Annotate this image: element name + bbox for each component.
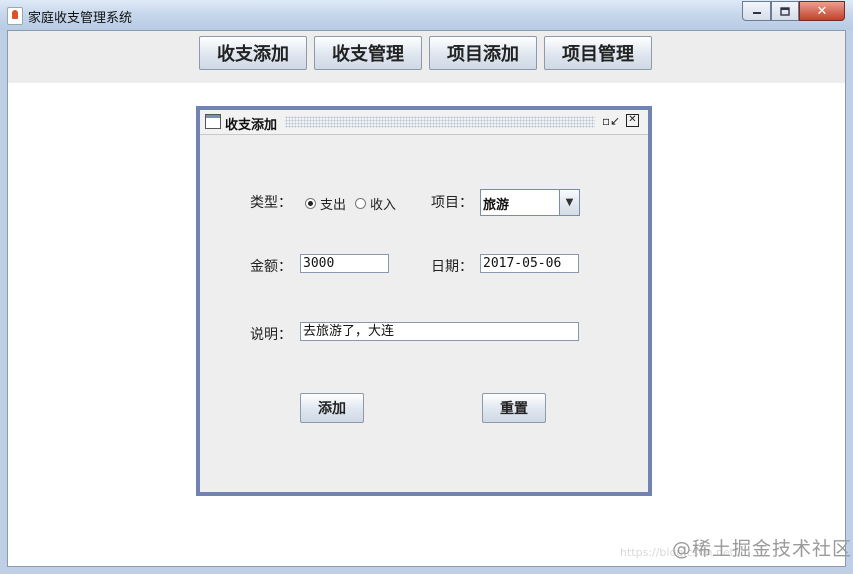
nav-toolbar: 收支添加 收支管理 项目添加 项目管理 [8,31,845,83]
close-icon: ✕ [816,3,828,19]
window-border-left [0,30,7,574]
project-dropdown-value: 旅游 [483,198,510,213]
radio-income-label[interactable]: 收入 [370,194,396,213]
amount-field[interactable]: 3000 [300,254,389,273]
internal-frame-titlebar[interactable]: 收支添加 ▫↙ ✕ [200,110,648,135]
minimize-icon [752,12,761,14]
add-button[interactable]: 添加 [300,393,364,423]
restore-icon[interactable]: ▫↙ [602,114,620,128]
type-label: 类型： [250,195,292,211]
titlebar-grip [285,116,595,128]
desktop-pane: 收支添加 收支管理 项目添加 项目管理 收支添加 ▫↙ ✕ 类型： 支出 收入 … [7,30,846,567]
radio-expense[interactable] [305,198,316,209]
radio-income[interactable] [355,198,366,209]
nav-button-manage-projects[interactable]: 项目管理 [544,36,652,70]
project-label: 项目： [431,195,473,211]
frame-close-icon[interactable]: ✕ [626,114,639,127]
internal-frame-title: 收支添加 [225,118,278,133]
note-field[interactable]: 去旅游了，大连 [300,322,579,341]
note-label: 说明： [250,327,292,343]
chevron-down-icon[interactable]: ▼ [559,190,579,215]
project-dropdown[interactable]: 旅游 ▼ [480,189,580,216]
close-button[interactable]: ✕ [799,1,845,21]
minimize-button[interactable] [742,1,771,21]
maximize-icon [780,6,790,16]
nav-button-add-record[interactable]: 收支添加 [199,36,307,70]
site-watermark: @稀土掘金技术社区 [672,538,853,560]
window-titlebar[interactable]: 家庭收支管理系统 ✕ [0,0,853,30]
window-title: 家庭收支管理系统 [28,11,133,26]
nav-button-manage-records[interactable]: 收支管理 [314,36,422,70]
window-border-right [846,30,853,574]
maximize-button[interactable] [771,1,799,21]
frame-window-icon [205,114,221,129]
radio-expense-label[interactable]: 支出 [320,194,346,213]
java-app-icon [7,7,23,25]
date-field[interactable]: 2017-05-06 [480,254,579,273]
nav-button-add-project[interactable]: 项目添加 [429,36,537,70]
window-controls: ✕ [742,1,845,21]
app-window: 家庭收支管理系统 ✕ 收支添加 收支管理 项目添加 项目管理 收支添加 ▫↙ ✕… [0,0,853,574]
internal-frame-add-record: 收支添加 ▫↙ ✕ 类型： 支出 收入 项目： 旅游 ▼ 金额： 3000 日期… [196,106,652,496]
amount-label: 金额： [250,259,292,275]
date-label: 日期： [431,259,473,275]
reset-button[interactable]: 重置 [482,393,546,423]
window-border-bottom [0,567,853,574]
